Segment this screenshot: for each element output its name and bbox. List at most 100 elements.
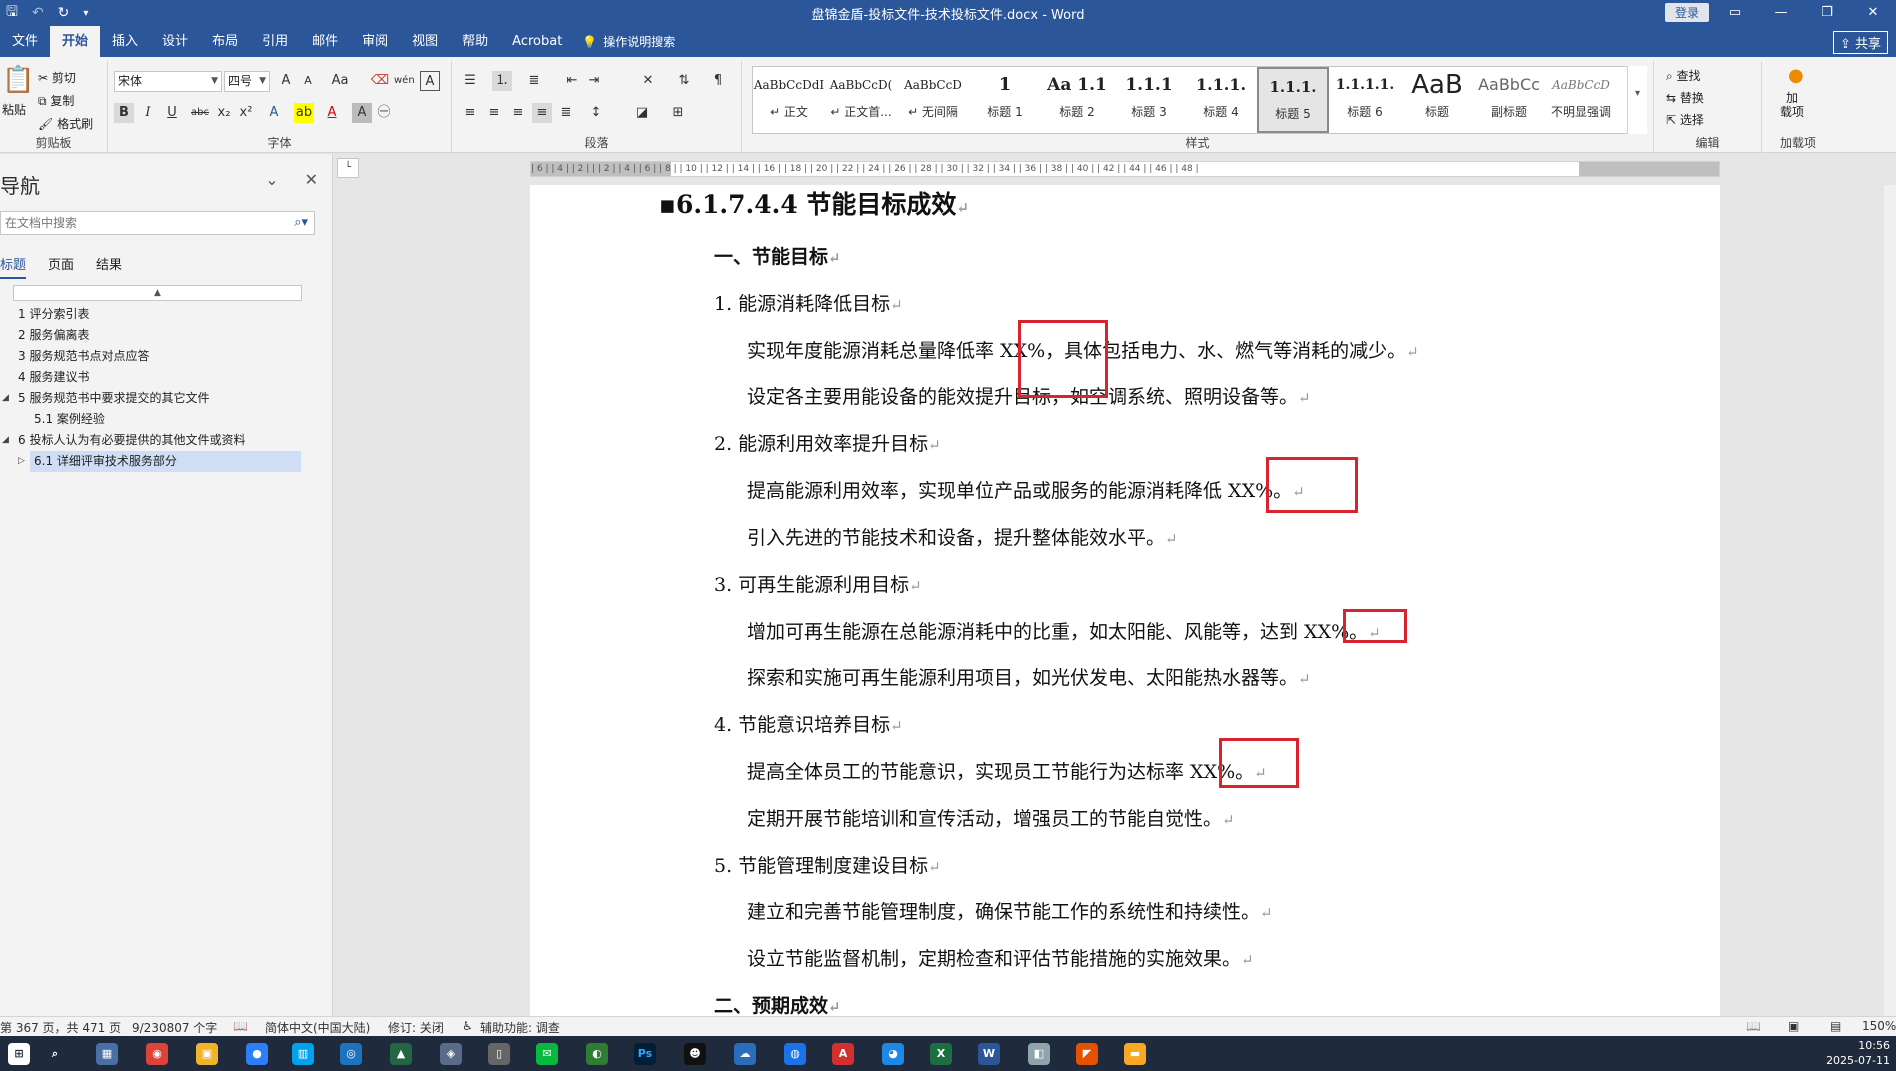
- subscript-icon[interactable]: x₂: [214, 103, 234, 123]
- collapsed-triangle-icon[interactable]: ▷: [18, 451, 25, 472]
- heading-item[interactable]: ◢ 6 投标人认为有必要提供的其他文件或资料: [0, 430, 315, 451]
- qq-icon[interactable]: ☻: [684, 1043, 706, 1065]
- style-heading-4[interactable]: 1.1.1. 标题 4: [1185, 67, 1257, 133]
- chinese-layout-icon[interactable]: ✕: [638, 71, 658, 91]
- document-page[interactable]: ▪6.1.7.4.4 节能目标成效↵ 一、节能目标↵ 1. 能源消耗降低目标↵ …: [530, 185, 1720, 1018]
- style-heading-1[interactable]: 1 标题 1: [969, 67, 1041, 133]
- tab-results[interactable]: 结果: [96, 254, 122, 279]
- styles-more-icon[interactable]: ▾: [1627, 66, 1647, 134]
- customize-qat-icon[interactable]: ▾: [83, 8, 88, 19]
- network-icon[interactable]: ●: [246, 1043, 268, 1065]
- tab-mailings[interactable]: 邮件: [300, 26, 350, 57]
- app-icon[interactable]: ▥: [292, 1043, 314, 1065]
- app-icon[interactable]: ◧: [1028, 1043, 1050, 1065]
- system-clock[interactable]: 10:56 2025-07-11: [1826, 1038, 1890, 1068]
- character-border-icon[interactable]: A: [420, 71, 440, 91]
- list-item-title[interactable]: 2. 能源利用效率提升目标↵: [714, 429, 941, 456]
- clear-formatting-icon[interactable]: ⌫: [370, 71, 390, 91]
- track-changes-status[interactable]: 修订: 关闭: [388, 1019, 444, 1036]
- shrink-font-icon[interactable]: A: [298, 71, 318, 91]
- font-name-combo[interactable]: 宋体 ▼: [114, 71, 222, 92]
- body-paragraph[interactable]: 建立和完善节能管理制度，确保节能工作的系统性和持续性。↵: [747, 897, 1273, 924]
- style-heading-3[interactable]: 1.1.1 标题 3: [1113, 67, 1185, 133]
- tab-pages[interactable]: 页面: [48, 254, 74, 279]
- print-layout-icon[interactable]: ▣: [1788, 1019, 1799, 1033]
- chrome-icon[interactable]: ◉: [146, 1043, 168, 1065]
- body-paragraph[interactable]: 探索和实施可再生能源利用项目，如光伏发电、太阳能热水器等。↵: [747, 663, 1311, 690]
- word-count[interactable]: 9/230807 个字: [132, 1019, 217, 1036]
- superscript-icon[interactable]: x²: [236, 103, 256, 123]
- restore-icon[interactable]: ❐: [1804, 0, 1850, 26]
- shading-icon[interactable]: ◪: [632, 103, 652, 123]
- read-mode-icon[interactable]: 📖: [1746, 1019, 1761, 1033]
- cut-button[interactable]: ✂ 剪切: [38, 69, 76, 86]
- list-item-title[interactable]: 5. 节能管理制度建设目标↵: [714, 851, 941, 878]
- style-heading-6[interactable]: 1.1.1.1. 标题 6: [1329, 67, 1401, 133]
- heading-item[interactable]: 2 服务偏离表: [0, 325, 315, 346]
- share-button[interactable]: ⇪ 共享: [1832, 31, 1888, 54]
- multilevel-list-icon[interactable]: ≣: [524, 71, 544, 91]
- file-icon[interactable]: ▯: [488, 1043, 510, 1065]
- paste-label[interactable]: 粘贴: [2, 101, 26, 118]
- language-status[interactable]: 简体中文(中国大陆): [265, 1019, 370, 1036]
- app-icon[interactable]: ◐: [586, 1043, 608, 1065]
- style-first-indent[interactable]: AaBbCcD(↵ 正文首...: [825, 67, 897, 133]
- tab-selector-icon[interactable]: └: [337, 158, 359, 178]
- save-icon[interactable]: 🖫: [6, 1, 18, 25]
- section-heading[interactable]: 一、节能目标↵: [714, 242, 841, 269]
- tell-me-search[interactable]: 💡 操作说明搜索: [582, 33, 675, 50]
- heading-item-selected[interactable]: ▷ 6.1 详细评审技术服务部分: [18, 451, 301, 472]
- style-heading-5[interactable]: 1.1.1. 标题 5: [1257, 67, 1329, 133]
- addins-button[interactable]: 加 载项: [1780, 91, 1804, 119]
- excel-icon[interactable]: X: [930, 1043, 952, 1065]
- align-left-icon[interactable]: ≡: [460, 103, 480, 123]
- decrease-indent-icon[interactable]: ⇤: [562, 71, 582, 91]
- proofing-icon[interactable]: 📖: [233, 1019, 248, 1033]
- list-item-title[interactable]: 3. 可再生能源利用目标↵: [714, 570, 922, 597]
- distributed-icon[interactable]: ≣: [556, 103, 576, 123]
- app-icon[interactable]: ▲: [390, 1043, 412, 1065]
- font-color-icon[interactable]: A: [322, 103, 342, 123]
- grow-font-icon[interactable]: A: [276, 71, 296, 91]
- align-center-icon[interactable]: ≡: [484, 103, 504, 123]
- addins-icon[interactable]: ●: [1788, 65, 1804, 86]
- style-normal[interactable]: AaBbCcDdI ↵ 正文: [753, 67, 825, 133]
- increase-indent-icon[interactable]: ⇥: [584, 71, 604, 91]
- tab-home[interactable]: 开始: [50, 26, 101, 57]
- zoom-level[interactable]: 150%: [1862, 1019, 1896, 1033]
- heading-item[interactable]: 3 服务规范书点对点应答: [0, 346, 315, 367]
- style-heading-2[interactable]: Aa 1.1 标题 2: [1041, 67, 1113, 133]
- tab-headings[interactable]: 标题: [0, 254, 27, 279]
- navigation-search-input[interactable]: 在文档中搜索 ⌕▾: [0, 211, 315, 235]
- page-count[interactable]: 第 367 页，共 471 页: [0, 1019, 121, 1036]
- heading-6-1-7-4-4[interactable]: ▪6.1.7.4.4 节能目标成效↵: [659, 185, 969, 221]
- ribbon-display-options-icon[interactable]: ▭: [1712, 0, 1758, 26]
- body-paragraph[interactable]: 提高能源利用效率，实现单位产品或服务的能源消耗降低 XX%。↵: [747, 476, 1305, 503]
- app-icon[interactable]: ◤: [1076, 1043, 1098, 1065]
- line-spacing-icon[interactable]: ↕: [586, 103, 606, 123]
- expanded-triangle-icon[interactable]: ◢: [2, 388, 9, 409]
- sort-icon[interactable]: ⇅: [674, 71, 694, 91]
- character-shading-icon[interactable]: A: [352, 103, 372, 123]
- bullets-icon[interactable]: ☰: [460, 71, 480, 91]
- show-marks-icon[interactable]: ¶: [708, 71, 728, 91]
- expanded-triangle-icon[interactable]: ◢: [2, 430, 9, 451]
- list-item-title[interactable]: 4. 节能意识培养目标↵: [714, 710, 903, 737]
- body-paragraph[interactable]: 引入先进的节能技术和设备，提升整体能效水平。↵: [747, 523, 1178, 550]
- bold-icon[interactable]: B: [114, 103, 134, 123]
- photoshop-icon[interactable]: Ps: [634, 1043, 656, 1065]
- section-heading[interactable]: 二、预期成效↵: [714, 991, 841, 1018]
- chevron-down-icon[interactable]: ⌄: [265, 170, 278, 189]
- web-layout-icon[interactable]: ▤: [1830, 1019, 1841, 1033]
- collapse-all-icon[interactable]: ▲: [13, 285, 302, 301]
- find-button[interactable]: ⌕ 查找: [1666, 67, 1701, 84]
- tab-file[interactable]: 文件: [0, 26, 50, 57]
- replace-button[interactable]: ⇆ 替换: [1666, 89, 1704, 106]
- copy-button[interactable]: ⧉ 复制: [38, 92, 74, 109]
- tab-references[interactable]: 引用: [250, 26, 300, 57]
- horizontal-ruler[interactable]: | 6 | | 4 | | 2 | | | 2 | | 4 | | 6 | | …: [530, 161, 1720, 177]
- tab-design[interactable]: 设计: [150, 26, 200, 57]
- wechat-icon[interactable]: ✉: [536, 1043, 558, 1065]
- tab-layout[interactable]: 布局: [200, 26, 250, 57]
- style-no-spacing[interactable]: AaBbCcD ↵ 无间隔: [897, 67, 969, 133]
